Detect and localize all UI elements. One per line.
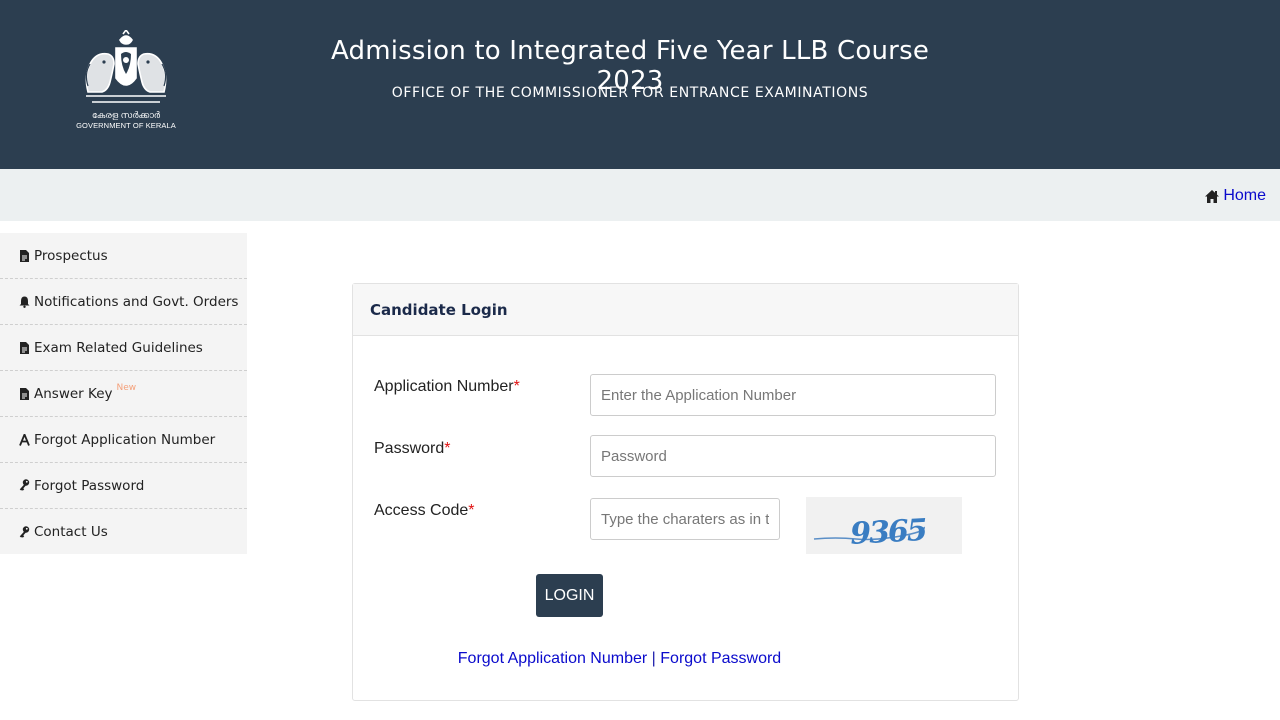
login-button[interactable]: LOGIN: [536, 574, 603, 617]
home-icon: [1205, 189, 1220, 203]
sidebar-item-label: Forgot Application Number: [34, 431, 216, 448]
key-icon: [18, 525, 31, 539]
password-label-text: Password: [374, 440, 445, 457]
pdf-file-icon: [18, 387, 31, 400]
forgot-application-number-link[interactable]: Forgot Application Number: [458, 650, 647, 667]
home-link-label: Home: [1223, 187, 1266, 204]
password-label: Password*: [374, 440, 450, 458]
sidebar-item-contact-us[interactable]: Contact Us: [0, 509, 247, 555]
captcha-text: 9365: [849, 513, 927, 552]
sidebar-menu: Prospectus Notifications and Govt. Order…: [0, 233, 247, 554]
password-input[interactable]: [590, 435, 996, 477]
application-number-input[interactable]: [590, 374, 996, 416]
sidebar-item-forgot-password[interactable]: Forgot Password: [0, 463, 247, 509]
kerala-emblem: കേരള സർക്കാർ GOVERNMENT OF KERALA: [76, 30, 176, 134]
required-mark: *: [513, 378, 520, 395]
required-mark: *: [444, 440, 451, 457]
access-code-label-text: Access Code: [374, 502, 469, 519]
application-number-label-text: Application Number: [374, 378, 514, 395]
emblem-icon: [85, 30, 167, 103]
pdf-file-icon: [18, 341, 31, 354]
emblem-text-english: GOVERNMENT OF KERALA: [76, 121, 176, 130]
pdf-file-icon: [18, 249, 31, 262]
sidebar-item-forgot-application-number[interactable]: Forgot Application Number: [0, 417, 247, 463]
access-code-label: Access Code*: [374, 502, 475, 520]
sidebar-item-prospectus[interactable]: Prospectus: [0, 233, 247, 279]
sidebar-item-label: Notifications and Govt. Orders: [34, 293, 239, 310]
captcha-image: 9365: [806, 497, 962, 554]
access-code-input[interactable]: [590, 498, 780, 540]
candidate-login-card: Candidate Login Application Number* Pass…: [352, 283, 1019, 701]
sidebar-item-notifications[interactable]: Notifications and Govt. Orders: [0, 279, 247, 325]
top-nav-bar: Home: [0, 169, 1280, 221]
home-link[interactable]: Home: [1204, 187, 1266, 205]
sidebar-item-label: Forgot Password: [34, 477, 145, 494]
key-icon: [18, 479, 31, 492]
forgot-links: Forgot Application Number | Forgot Passw…: [353, 650, 886, 668]
emblem-text-malayalam: കേരള സർക്കാർ: [91, 110, 161, 120]
sidebar-item-label: Exam Related Guidelines: [34, 339, 203, 356]
site-header: കേരള സർക്കാർ GOVERNMENT OF KERALA Admiss…: [0, 0, 1280, 169]
sidebar-item-label: Answer Key: [34, 385, 113, 402]
bell-icon: [18, 296, 31, 308]
font-icon: [18, 433, 31, 446]
card-title: Candidate Login: [353, 284, 1018, 336]
sidebar-item-answer-key[interactable]: Answer Key New: [0, 371, 247, 417]
page-subtitle: OFFICE OF THE COMMISSIONER FOR ENTRANCE …: [391, 85, 869, 101]
sidebar-item-label: Prospectus: [34, 247, 108, 264]
required-mark: *: [468, 502, 475, 519]
sidebar-item-exam-guidelines[interactable]: Exam Related Guidelines: [0, 325, 247, 371]
new-badge: New: [116, 382, 137, 393]
application-number-label: Application Number*: [374, 378, 520, 396]
link-separator: |: [647, 650, 661, 667]
forgot-password-link[interactable]: Forgot Password: [660, 650, 781, 667]
sidebar-item-label: Contact Us: [34, 524, 108, 540]
